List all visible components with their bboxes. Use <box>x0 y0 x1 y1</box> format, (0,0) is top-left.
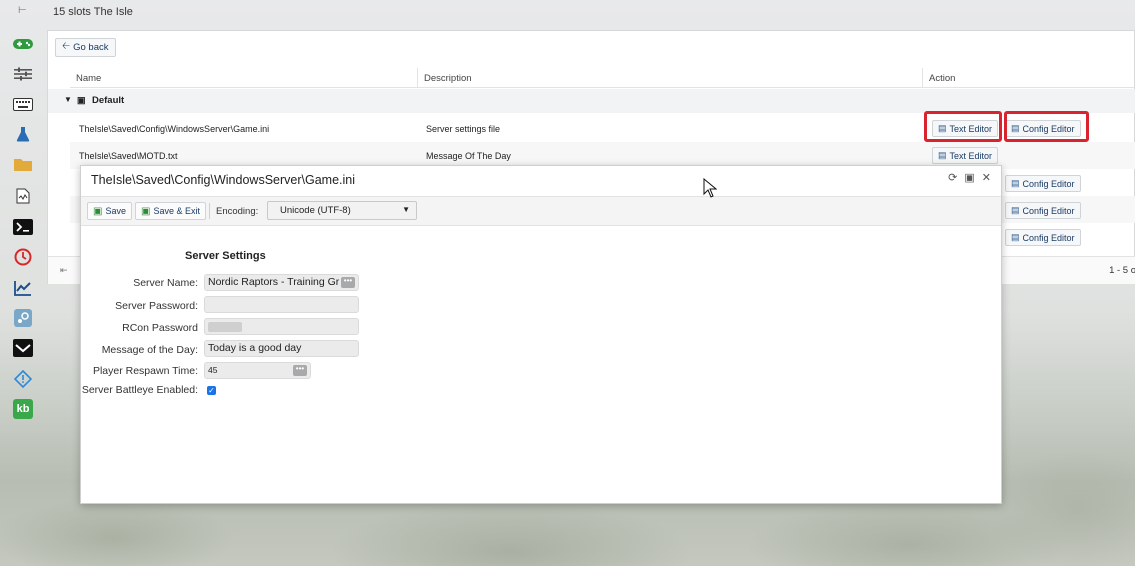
dialog-title: TheIsle\Saved\Config\WindowsServer\Game.… <box>91 173 356 187</box>
file-activity-icon[interactable] <box>13 186 33 206</box>
text-editor-button[interactable]: ▤ Text Editor <box>932 147 999 164</box>
table-header: Name Description Action <box>70 68 1135 88</box>
encoding-select[interactable]: Unicode (UTF-8) ▼ <box>267 201 417 220</box>
save-exit-button[interactable]: ▣ Save & Exit <box>135 202 206 220</box>
battleye-checkbox[interactable]: ✓ <box>207 386 216 395</box>
server-password-input[interactable] <box>204 296 359 313</box>
gamepad-icon[interactable] <box>13 34 33 54</box>
group-row-default[interactable]: ▼ ▣ Default <box>48 89 1135 113</box>
config-editor-button[interactable]: ▤ Config Editor <box>1005 175 1081 192</box>
respawn-time-value: 45 <box>208 365 218 375</box>
go-back-label: Go back <box>73 42 109 53</box>
chart-icon[interactable] <box>13 278 33 298</box>
caret-down-icon[interactable]: ▼ <box>64 95 72 104</box>
save-button[interactable]: ▣ Save <box>87 202 132 220</box>
text-editor-label: Text Editor <box>949 150 993 161</box>
respawn-time-input[interactable]: 45 ••• <box>204 362 311 379</box>
rcon-password-label: RCon Password <box>122 322 198 334</box>
save-icon: ▣ <box>141 205 151 217</box>
server-name-label: Server Name: <box>133 277 198 289</box>
config-icon: ▤ <box>1011 232 1020 242</box>
save-icon: ▣ <box>93 205 103 217</box>
motd-value: Today is a good day <box>208 342 302 354</box>
caret-down-icon: ▼ <box>402 205 410 214</box>
save-exit-label: Save & Exit <box>153 206 200 216</box>
column-header-description[interactable]: Description <box>424 73 472 84</box>
config-editor-button[interactable]: ▤ Config Editor <box>1005 229 1081 246</box>
save-label: Save <box>105 206 126 216</box>
file-description: Server settings file <box>426 124 501 134</box>
respawn-time-label: Player Respawn Time: <box>92 365 198 377</box>
sliders-icon[interactable] <box>13 64 33 84</box>
first-page-icon[interactable]: ⇤ <box>60 265 68 276</box>
clock-icon[interactable] <box>13 247 33 267</box>
rcon-password-input[interactable] <box>204 318 359 335</box>
arrow-left-icon: 🡠 <box>62 41 71 52</box>
left-sidebar: ⊢ kb <box>0 0 46 566</box>
highlight-text-editor <box>924 111 1002 142</box>
motd-label: Message of the Day: <box>101 344 198 356</box>
config-editor-label: Config Editor <box>1022 178 1075 189</box>
config-editor-label: Config Editor <box>1022 232 1075 243</box>
pager-info: 1 - 5 o <box>1109 265 1135 276</box>
pin-icon[interactable]: ⊢ <box>18 5 27 16</box>
kb-icon[interactable]: kb <box>13 399 33 419</box>
page-title: 15 slots The Isle <box>53 6 133 18</box>
steam-logo-icon[interactable] <box>13 338 33 358</box>
battleye-label: Server Battleye Enabled: <box>81 384 198 396</box>
alert-icon[interactable] <box>13 369 33 389</box>
close-icon[interactable]: ✕ <box>982 171 991 184</box>
flask-icon[interactable] <box>13 124 33 144</box>
config-editor-dialog: TheIsle\Saved\Config\WindowsServer\Game.… <box>80 165 1002 504</box>
password-mask <box>208 322 242 332</box>
group-label: Default <box>92 95 125 106</box>
steam-icon[interactable] <box>13 308 33 328</box>
form-title: Server Settings <box>185 250 266 262</box>
file-name: TheIsle\Saved\MOTD.txt <box>79 151 178 161</box>
more-icon[interactable]: ••• <box>293 365 307 376</box>
file-name: TheIsle\Saved\Config\WindowsServer\Game.… <box>79 124 270 134</box>
folder-icon[interactable] <box>13 154 33 174</box>
column-header-name[interactable]: Name <box>76 73 101 84</box>
config-editor-label: Config Editor <box>1022 205 1075 216</box>
more-icon[interactable]: ••• <box>341 277 355 288</box>
encoding-value: Unicode (UTF-8) <box>280 205 351 216</box>
refresh-icon[interactable]: ⟳ <box>948 171 957 184</box>
dialog-controls: ⟳ ▣ ✕ <box>948 171 991 184</box>
keyboard-icon[interactable] <box>13 94 33 114</box>
server-name-value: Nordic Raptors - Training Gr <box>208 276 340 288</box>
motd-input[interactable]: Today is a good day <box>204 340 359 357</box>
file-description: Message Of The Day <box>426 151 511 161</box>
server-name-input[interactable]: Nordic Raptors - Training Gr ••• <box>204 274 359 291</box>
encoding-label: Encoding: <box>216 206 259 217</box>
document-icon: ▤ <box>938 150 947 160</box>
mouse-cursor-icon <box>703 178 717 198</box>
config-icon: ▤ <box>1011 178 1020 188</box>
terminal-icon[interactable] <box>13 217 33 237</box>
dialog-toolbar: ▣ Save ▣ Save & Exit Encoding: Unicode (… <box>81 196 1001 226</box>
maximize-icon[interactable]: ▣ <box>964 171 974 184</box>
config-icon: ▤ <box>1011 205 1020 215</box>
config-editor-button[interactable]: ▤ Config Editor <box>1005 202 1081 219</box>
column-header-action[interactable]: Action <box>929 73 955 84</box>
group-file-icon: ▣ <box>77 95 86 105</box>
highlight-config-editor <box>1004 111 1089 142</box>
server-password-label: Server Password: <box>115 300 198 312</box>
go-back-button[interactable]: 🡠 Go back <box>55 38 116 57</box>
